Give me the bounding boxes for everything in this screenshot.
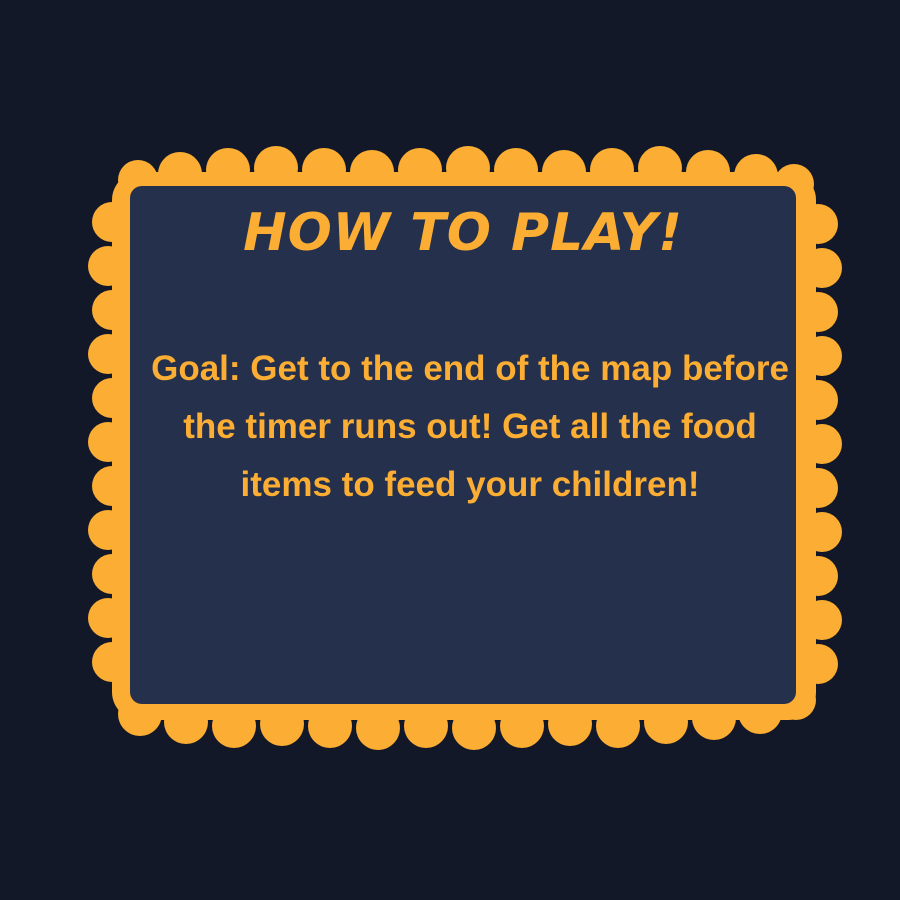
how-to-play-title: HOW TO PLAY! (130, 192, 796, 272)
goal-description: Goal: Get to the end of the map before t… (151, 349, 789, 504)
how-to-play-screen: HOW TO PLAY! Goal: Get to the end of the… (0, 0, 900, 900)
title-bubble-text: HOW TO PLAY! (240, 200, 685, 266)
title-text: HOW TO PLAY! (243, 203, 683, 263)
